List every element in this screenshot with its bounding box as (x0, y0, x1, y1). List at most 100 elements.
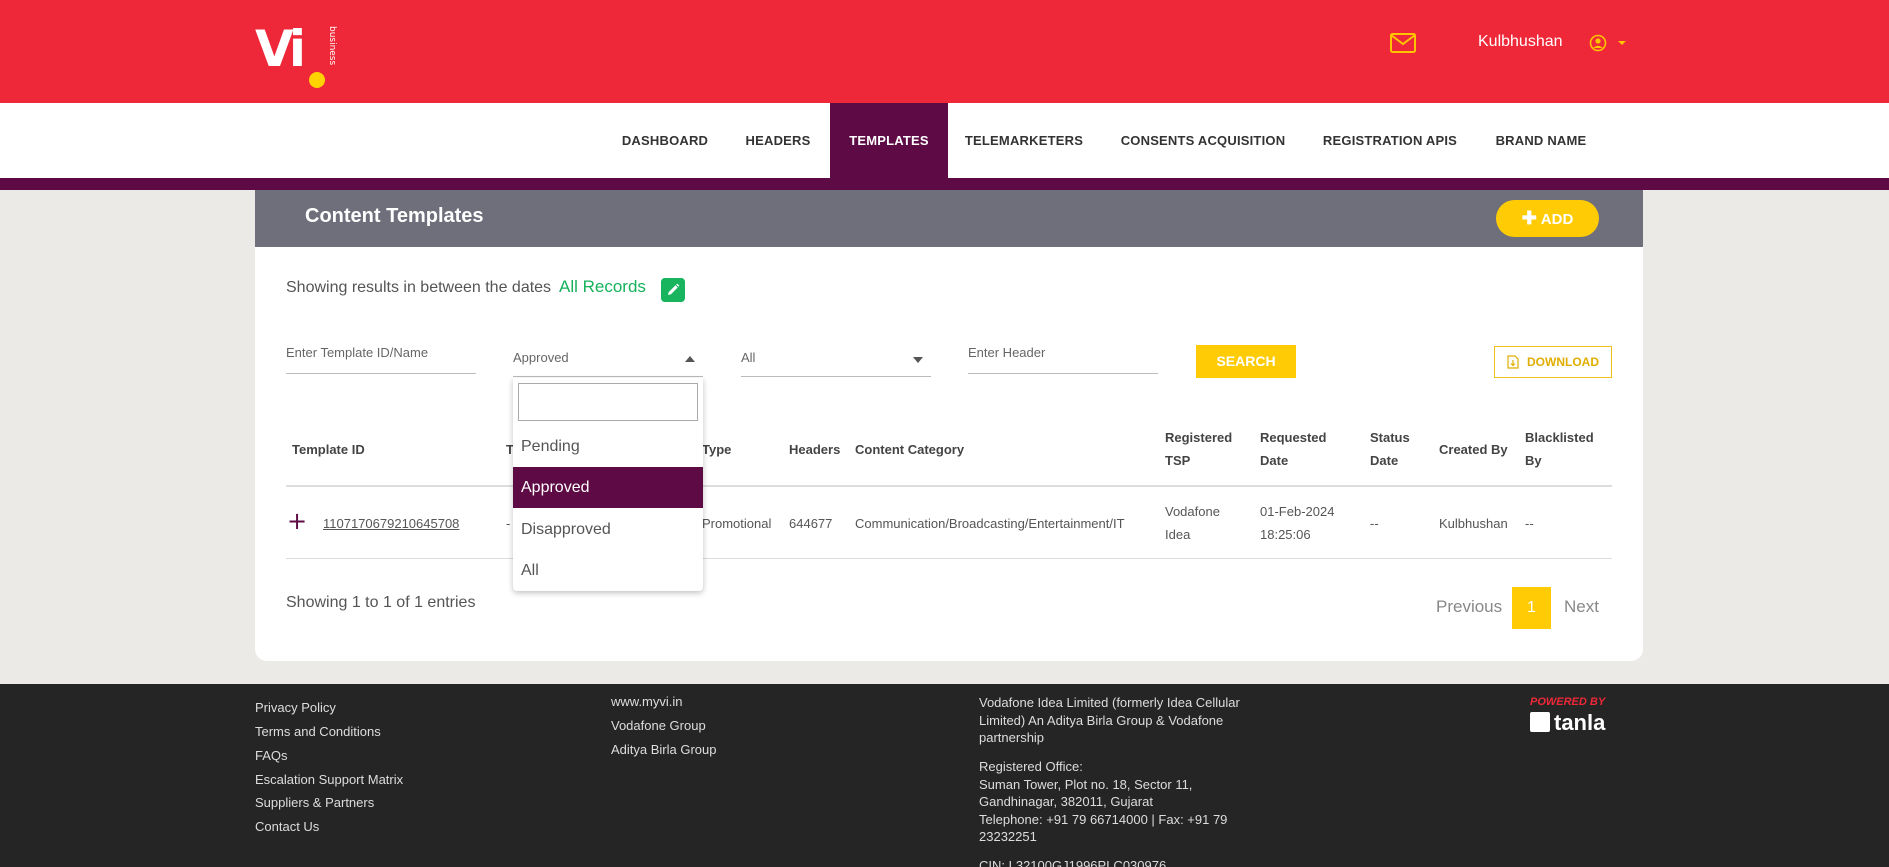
nav-registration-apis[interactable]: REGISTRATION APIS (1306, 103, 1474, 178)
nav-brand-name[interactable]: BRAND NAME (1474, 103, 1608, 178)
logo-text: Vi (255, 20, 306, 78)
chevron-up-icon (685, 356, 695, 362)
download-button[interactable]: DOWNLOAD (1494, 346, 1612, 378)
add-template-button[interactable]: ✚ ADD (1496, 200, 1599, 237)
table-header-divider (286, 485, 1612, 487)
company-line-3: partnership (979, 730, 1045, 745)
cell-template-name: - (506, 516, 511, 531)
nav-dashboard[interactable]: DASHBOARD (603, 103, 727, 178)
cell-created-by: Kulbhushan (1439, 516, 1508, 531)
col-type[interactable]: Type (702, 438, 731, 461)
col-blacklisted-by-line1: Blacklisted (1525, 430, 1594, 445)
dropdown-option-all[interactable]: All (513, 550, 703, 591)
page-1-button[interactable]: 1 (1512, 587, 1551, 629)
file-download-icon (1507, 355, 1519, 369)
col-registered-tsp-line1: Registered (1165, 430, 1233, 445)
cell-blacklisted-by: -- (1525, 516, 1534, 531)
footer-link-escalation[interactable]: Escalation Support Matrix (255, 772, 403, 787)
dropdown-search-input[interactable] (518, 383, 698, 421)
nav-headers[interactable]: HEADERS (727, 103, 829, 178)
col-registered-tsp[interactable]: Registered TSP (1165, 426, 1232, 472)
logo-subtext: business (327, 26, 337, 66)
col-registered-tsp-line2: TSP (1165, 453, 1191, 468)
logo-dot (309, 72, 325, 88)
user-menu-chevron-down-icon[interactable] (1618, 41, 1626, 45)
col-status-date-line2: Date (1370, 453, 1399, 468)
edit-date-pencil-icon[interactable] (661, 278, 685, 302)
status-select[interactable]: Approved (513, 350, 703, 377)
col-requested-date-line2: Date (1260, 453, 1289, 468)
cell-status-date: -- (1370, 516, 1379, 531)
company-line-1: Vodafone Idea Limited (formerly Idea Cel… (979, 695, 1240, 710)
search-button[interactable]: SEARCH (1196, 345, 1296, 378)
download-label: DOWNLOAD (1527, 355, 1599, 369)
tanla-logo[interactable]: tanla (1530, 710, 1605, 736)
header-placeholder: Enter Header (968, 345, 1046, 360)
vi-business-logo[interactable]: Vi business (255, 24, 343, 90)
footer-link-suppliers[interactable]: Suppliers & Partners (255, 795, 374, 810)
col-content-category[interactable]: Content Category (855, 438, 964, 461)
office-line-1: Registered Office: (979, 759, 1083, 774)
cell-registered-tsp-line2: Idea (1165, 527, 1191, 542)
col-requested-date-line1: Requested (1260, 430, 1327, 445)
footer-link-contact[interactable]: Contact Us (255, 819, 319, 834)
type-select-value: All (741, 350, 756, 365)
header-input[interactable]: Enter Header (968, 345, 1158, 374)
all-records-link[interactable]: All Records (559, 277, 646, 297)
cin-number: CIN: L32100GJ1996PLC030976 (979, 858, 1167, 867)
template-id-input[interactable]: Enter Template ID/Name (286, 345, 476, 374)
company-line-2: Limited) An Aditya Birla Group & Vodafon… (979, 712, 1224, 728)
entries-info: Showing 1 to 1 of 1 entries (286, 594, 476, 611)
chevron-down-icon (913, 357, 923, 363)
office-line-4: Telephone: +91 79 66714000 | Fax: +91 79 (979, 811, 1228, 827)
footer-link-faqs[interactable]: FAQs (255, 748, 288, 763)
footer-link-myvi[interactable]: www.myvi.in (611, 694, 683, 709)
cell-requested-date-line1: 01-Feb-2024 (1260, 504, 1335, 519)
tanla-logo-text: tanla (1554, 710, 1606, 735)
col-created-by[interactable]: Created By (1439, 438, 1508, 461)
footer-link-terms[interactable]: Terms and Conditions (255, 724, 381, 739)
registered-office: Registered Office: Suman Tower, Plot no.… (979, 758, 1227, 846)
tanla-mark-icon (1530, 712, 1550, 732)
dropdown-option-approved[interactable]: Approved (513, 467, 703, 508)
type-select[interactable]: All (741, 350, 931, 377)
plus-icon: ✚ (1521, 208, 1537, 228)
date-range-label: Showing results in between the dates (286, 279, 552, 296)
office-line-2: Suman Tower, Plot no. 18, Sector 11, (979, 776, 1193, 792)
status-select-value: Approved (513, 350, 569, 365)
company-info: Vodafone Idea Limited (formerly Idea Cel… (979, 694, 1240, 747)
cell-content-category: Communication/Broadcasting/Entertainment… (855, 516, 1125, 531)
col-headers[interactable]: Headers (789, 438, 840, 461)
col-requested-date[interactable]: Requested Date (1260, 426, 1326, 472)
cell-registered-tsp-line1: Vodafone (1165, 504, 1220, 519)
footer-link-vodafone-group[interactable]: Vodafone Group (611, 718, 706, 733)
nav-stripe (0, 178, 1889, 190)
mail-icon[interactable] (1390, 33, 1416, 53)
nav-consents-acquisition[interactable]: CONSENTS ACQUISITION (1100, 103, 1306, 178)
footer-link-aditya-birla[interactable]: Aditya Birla Group (611, 742, 717, 757)
footer-link-privacy[interactable]: Privacy Policy (255, 700, 336, 715)
previous-page-button[interactable]: Previous (1436, 597, 1502, 617)
nav-templates[interactable]: TEMPLATES (830, 103, 948, 178)
col-template-id[interactable]: Template ID (292, 438, 365, 461)
template-id-placeholder: Enter Template ID/Name (286, 345, 429, 360)
cell-requested-date: 01-Feb-2024 18:25:06 (1260, 500, 1334, 546)
nav-telemarketers[interactable]: TELEMARKETERS (948, 103, 1100, 178)
expand-row-plus-icon[interactable]: + (287, 509, 307, 533)
cell-requested-date-line2: 18:25:06 (1260, 527, 1311, 542)
office-line-3: Gandhinagar, 382011, Gujarat (979, 794, 1153, 809)
template-id-link[interactable]: 1107170679210645708 (323, 512, 459, 535)
add-button-label: ADD (1540, 211, 1574, 228)
user-avatar-icon[interactable] (1589, 34, 1607, 52)
dropdown-option-disapproved[interactable]: Disapproved (513, 509, 703, 550)
page-title: Content Templates (305, 205, 484, 227)
user-name[interactable]: Kulbhushan (1478, 33, 1563, 51)
col-status-date[interactable]: Status Date (1370, 426, 1410, 472)
dropdown-option-pending[interactable]: Pending (513, 426, 703, 467)
table-row-divider (286, 558, 1612, 559)
next-page-button[interactable]: Next (1564, 597, 1599, 617)
office-line-5: 23232251 (979, 829, 1037, 844)
cell-type: Promotional (702, 516, 772, 531)
cell-headers: 644677 (789, 516, 833, 531)
col-blacklisted-by[interactable]: Blacklisted By (1525, 426, 1594, 472)
